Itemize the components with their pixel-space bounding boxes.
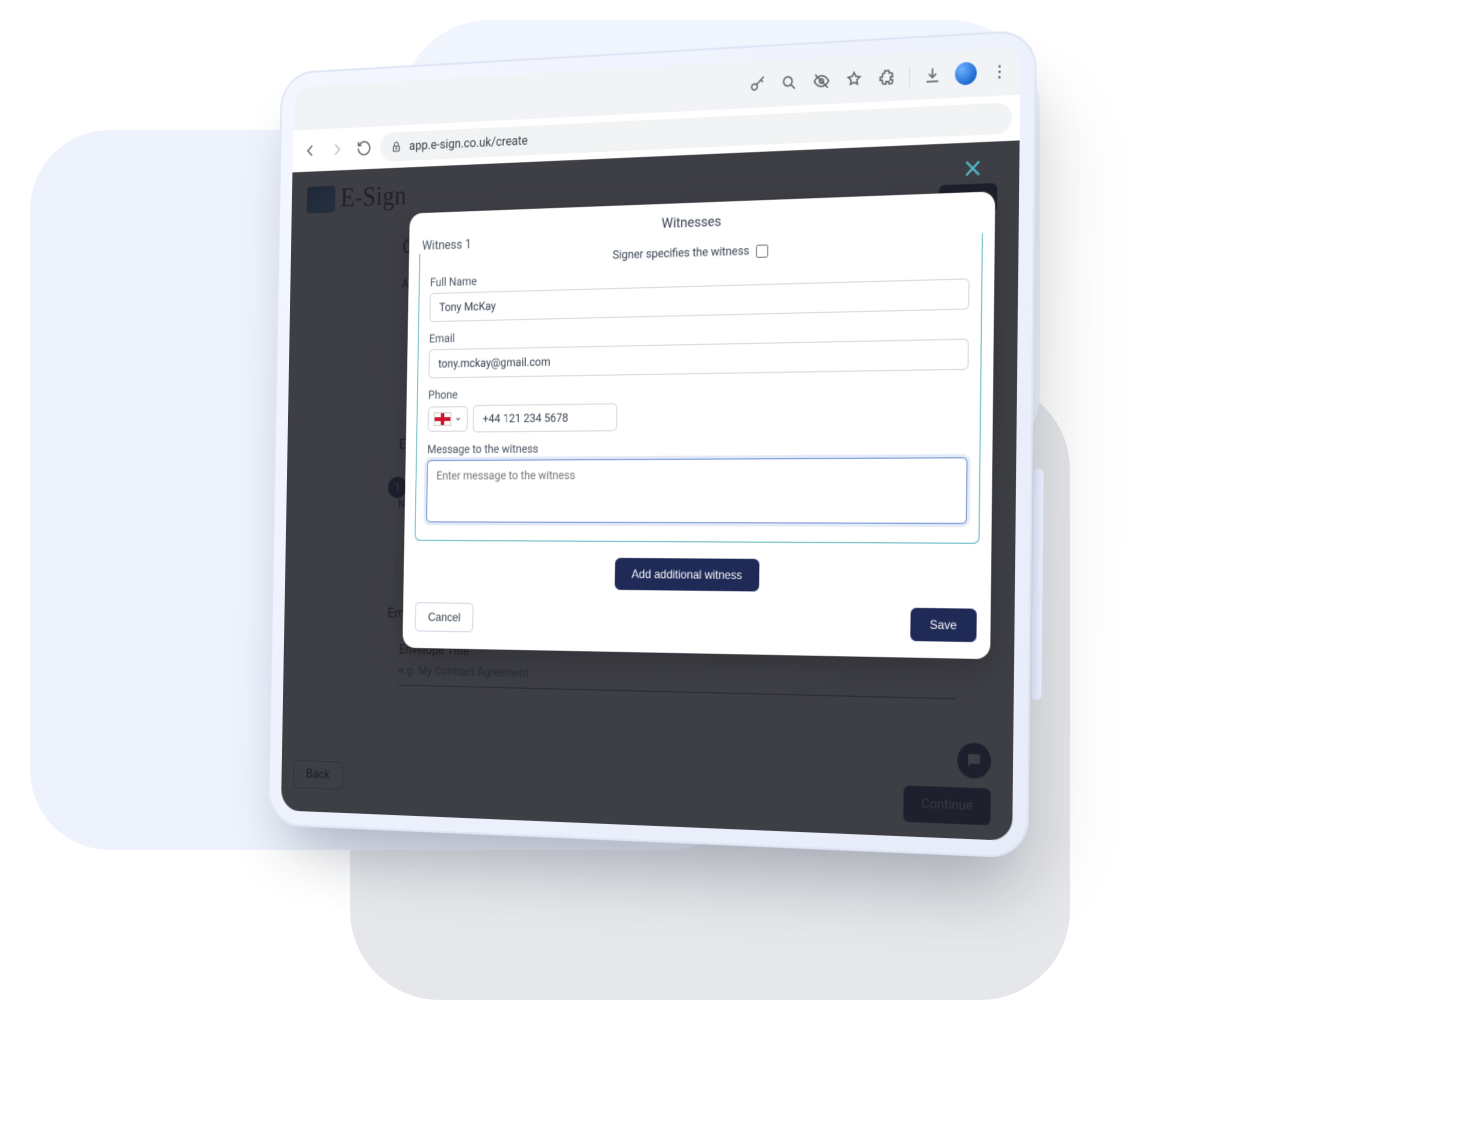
modal-title: Witnesses — [661, 214, 721, 232]
recipient-role-select[interactable]: Signer — [911, 517, 984, 549]
header-action-button[interactable]: …ions — [939, 183, 997, 214]
message-label: Message to the witness — [427, 438, 968, 456]
message-textarea[interactable] — [426, 457, 967, 524]
phone-input[interactable] — [473, 403, 618, 432]
signer-specifies-label: Signer specifies the witness — [612, 244, 749, 262]
key-icon[interactable] — [747, 73, 768, 96]
chevron-down-icon — [964, 527, 974, 537]
continue-button[interactable]: Continue — [904, 785, 991, 825]
witness-fieldset: Signer specifies the witness Witness 1 F… — [415, 229, 983, 544]
witness-legend: Witness 1 — [417, 237, 477, 254]
scene-3d: app.e-sign.co.uk/create E-Sign …ions Cre… — [60, 0, 1240, 1000]
phone-country-select[interactable] — [428, 406, 468, 432]
zoom-icon[interactable] — [779, 71, 800, 94]
kebab-menu-icon[interactable] — [988, 60, 1010, 84]
close-icon — [960, 154, 986, 182]
modal-footer: Cancel Save — [403, 587, 991, 642]
modal-close-button[interactable] — [960, 154, 986, 182]
chat-icon — [965, 751, 983, 770]
app-page: E-Sign …ions Create Add D… Envel… 1 N… S… — [281, 140, 1020, 841]
email-input[interactable] — [428, 339, 968, 379]
chat-launcher[interactable] — [957, 742, 991, 779]
email-label: Email — [429, 320, 969, 346]
save-button[interactable]: Save — [910, 608, 977, 642]
profile-avatar[interactable] — [955, 62, 977, 86]
url-text: app.e-sign.co.uk/create — [409, 133, 528, 153]
flag-gb-icon — [434, 412, 452, 426]
witnesses-modal: Witnesses Signer specifies the witness W… — [402, 191, 995, 659]
signer-specifies-checkbox[interactable] — [756, 244, 768, 258]
site-info-icon — [390, 140, 402, 154]
reload-icon[interactable] — [353, 135, 375, 161]
download-icon[interactable] — [922, 63, 944, 87]
cancel-button[interactable]: Cancel — [415, 602, 474, 632]
incognito-eye-off-icon[interactable] — [811, 69, 832, 92]
back-icon[interactable] — [299, 138, 321, 164]
chevron-down-icon — [455, 415, 462, 423]
add-additional-witness-button[interactable]: Add additional witness — [615, 558, 759, 592]
forward-icon[interactable] — [326, 137, 348, 163]
phone-label: Phone — [428, 380, 968, 402]
extensions-icon[interactable] — [876, 66, 898, 90]
tablet-screen: app.e-sign.co.uk/create E-Sign …ions Cre… — [281, 47, 1021, 841]
bookmark-star-icon[interactable] — [843, 68, 864, 92]
tablet-frame: app.e-sign.co.uk/create E-Sign …ions Cre… — [267, 29, 1037, 858]
toolbar-divider — [909, 66, 910, 87]
